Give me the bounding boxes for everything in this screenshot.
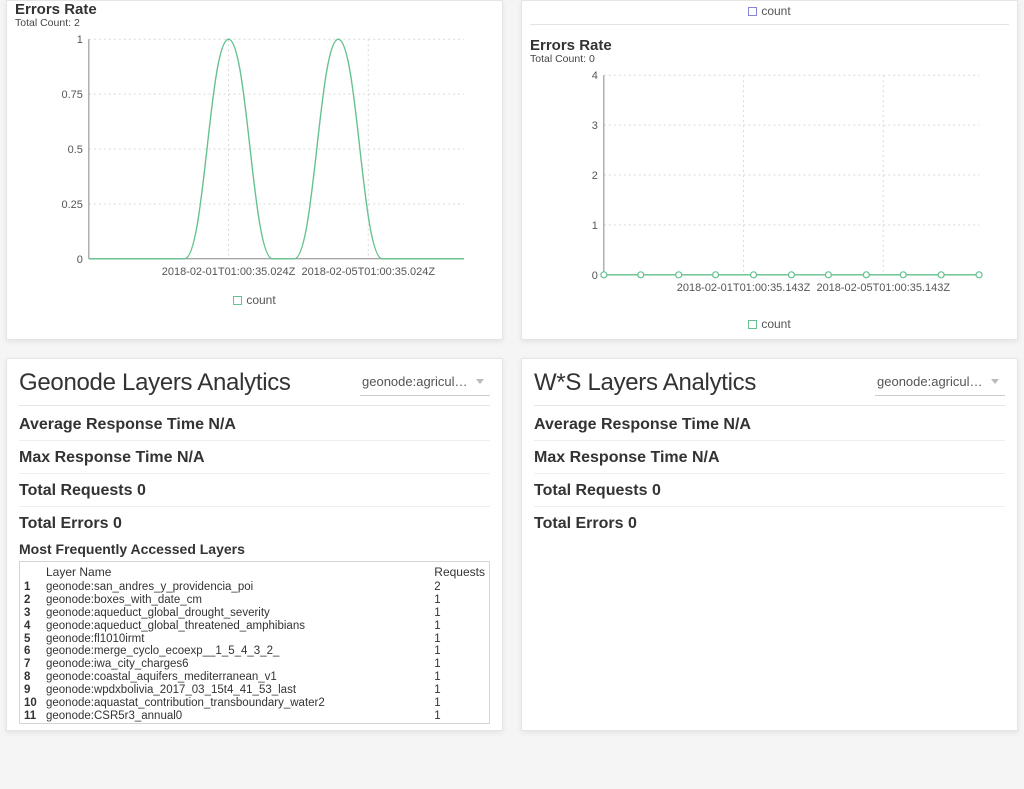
avg-response-time: Average Response Time N/A (534, 416, 1005, 434)
row-index: 2 (20, 594, 42, 607)
row-requests: 2 (430, 581, 489, 594)
legend-swatch-icon (748, 320, 757, 329)
chart-legend: count (530, 317, 1009, 331)
errors-chart-right: 0 1 2 3 4 2018-02-01T01:00:35.143Z 2018-… (530, 65, 1009, 313)
errors-chart-left: 0 0.25 0.5 0.75 1 2018-02-01T01:00:35.02… (15, 29, 494, 289)
avg-response-time: Average Response Time N/A (19, 416, 490, 434)
panel-title: W*S Layers Analytics (534, 369, 756, 397)
table-row: 4geonode:aqueduct_global_threatened_amph… (20, 620, 489, 633)
section-title: Most Frequently Accessed Layers (19, 541, 490, 557)
legend-swatch-icon (748, 7, 757, 16)
row-layer-name: geonode:aqueduct_global_drought_severity (42, 607, 430, 620)
svg-text:2018-02-01T01:00:35.024Z: 2018-02-01T01:00:35.024Z (162, 266, 296, 278)
svg-text:0: 0 (592, 270, 598, 282)
chart-subtitle: Total Count: 2 (15, 17, 494, 29)
row-index: 4 (20, 620, 42, 633)
row-index: 3 (20, 607, 42, 620)
col-layer-name: Layer Name (42, 562, 430, 581)
total-requests: Total Requests 0 (19, 482, 490, 500)
chevron-down-icon (476, 379, 484, 384)
total-errors: Total Errors 0 (534, 515, 1005, 533)
row-layer-name: geonode:merge_cyclo_ecoexp__1_5_4_3_2_ (42, 645, 430, 658)
table-row: 10geonode:aquastat_contribution_transbou… (20, 697, 489, 710)
svg-text:3: 3 (592, 120, 598, 132)
svg-text:0.5: 0.5 (68, 144, 83, 156)
table-row: 8geonode:coastal_aquifers_mediterranean_… (20, 671, 489, 684)
row-layer-name: geonode:fl1010irmt (42, 633, 430, 646)
table-row: 6geonode:merge_cyclo_ecoexp__1_5_4_3_2_1 (20, 645, 489, 658)
legend-swatch-icon (233, 296, 242, 305)
max-response-time: Max Response Time N/A (19, 449, 490, 467)
selector-value: geonode:agricul… (877, 374, 983, 389)
svg-text:2018-02-05T01:00:35.143Z: 2018-02-05T01:00:35.143Z (816, 282, 950, 294)
errors-rate-left-panel: Errors Rate Total Count: 2 0 0.25 0.5 0.… (6, 0, 503, 340)
table-row: 9geonode:wpdxbolivia_2017_03_15t4_41_53_… (20, 684, 489, 697)
chart-subtitle: Total Count: 0 (530, 53, 1009, 65)
svg-text:2018-02-01T01:00:35.143Z: 2018-02-01T01:00:35.143Z (677, 282, 811, 294)
row-layer-name: geonode:iwa_city_charges6 (42, 658, 430, 671)
selector-value: geonode:agricul… (362, 374, 468, 389)
table-row: 1geonode:san_andres_y_providencia_poi2 (20, 581, 489, 594)
layer-selector[interactable]: geonode:agricul… (875, 370, 1005, 396)
errors-rate-right-panel: count Errors Rate Total Count: 0 0 1 2 3… (521, 0, 1018, 340)
col-requests: Requests (430, 562, 489, 581)
row-layer-name: geonode:aqueduct_global_threatened_amphi… (42, 620, 430, 633)
row-requests: 1 (430, 633, 489, 646)
row-index: 1 (20, 581, 42, 594)
geonode-analytics-panel: Geonode Layers Analytics geonode:agricul… (6, 358, 503, 731)
svg-text:0.75: 0.75 (61, 89, 82, 101)
chart-title: Errors Rate (530, 37, 1009, 54)
top-chart-legend: count (530, 4, 1009, 20)
chevron-down-icon (991, 379, 999, 384)
table-row: 5geonode:fl1010irmt1 (20, 633, 489, 646)
row-layer-name: geonode:CSR5r3_annual0 (42, 710, 430, 723)
row-layer-name: geonode:wpdxbolivia_2017_03_15t4_41_53_l… (42, 684, 430, 697)
row-layer-name: geonode:san_andres_y_providencia_poi (42, 581, 430, 594)
row-layer-name: geonode:boxes_with_date_cm (42, 594, 430, 607)
svg-text:2: 2 (592, 170, 598, 182)
max-response-time: Max Response Time N/A (534, 449, 1005, 467)
table-row: 3geonode:aqueduct_global_drought_severit… (20, 607, 489, 620)
svg-text:4: 4 (592, 70, 598, 82)
total-errors: Total Errors 0 (19, 515, 490, 533)
svg-text:1: 1 (77, 34, 83, 46)
row-layer-name: geonode:aquastat_contribution_transbound… (42, 697, 430, 710)
table-row: 11geonode:CSR5r3_annual01 (20, 710, 489, 723)
row-index: 8 (20, 671, 42, 684)
total-requests: Total Requests 0 (534, 482, 1005, 500)
layers-table: Layer Name Requests 1geonode:san_andres_… (19, 561, 490, 724)
row-requests: 1 (430, 658, 489, 671)
row-requests: 1 (430, 684, 489, 697)
row-requests: 1 (430, 645, 489, 658)
ws-analytics-panel: W*S Layers Analytics geonode:agricul… Av… (521, 358, 1018, 731)
svg-text:0: 0 (77, 254, 83, 266)
table-row: 2geonode:boxes_with_date_cm1 (20, 594, 489, 607)
row-requests: 1 (430, 710, 489, 723)
row-requests: 1 (430, 697, 489, 710)
row-index: 11 (20, 710, 42, 723)
row-index: 6 (20, 645, 42, 658)
row-requests: 1 (430, 607, 489, 620)
row-index: 5 (20, 633, 42, 646)
table-row: 7geonode:iwa_city_charges61 (20, 658, 489, 671)
svg-text:0.25: 0.25 (61, 199, 82, 211)
row-requests: 1 (430, 671, 489, 684)
layer-selector[interactable]: geonode:agricul… (360, 370, 490, 396)
row-index: 9 (20, 684, 42, 697)
chart-legend: count (15, 293, 494, 307)
row-layer-name: geonode:coastal_aquifers_mediterranean_v… (42, 671, 430, 684)
row-index: 10 (20, 697, 42, 710)
row-index: 7 (20, 658, 42, 671)
row-requests: 1 (430, 594, 489, 607)
row-requests: 1 (430, 620, 489, 633)
chart-title: Errors Rate (15, 1, 494, 18)
svg-text:1: 1 (592, 220, 598, 232)
svg-text:2018-02-05T01:00:35.024Z: 2018-02-05T01:00:35.024Z (301, 266, 435, 278)
panel-title: Geonode Layers Analytics (19, 369, 291, 397)
